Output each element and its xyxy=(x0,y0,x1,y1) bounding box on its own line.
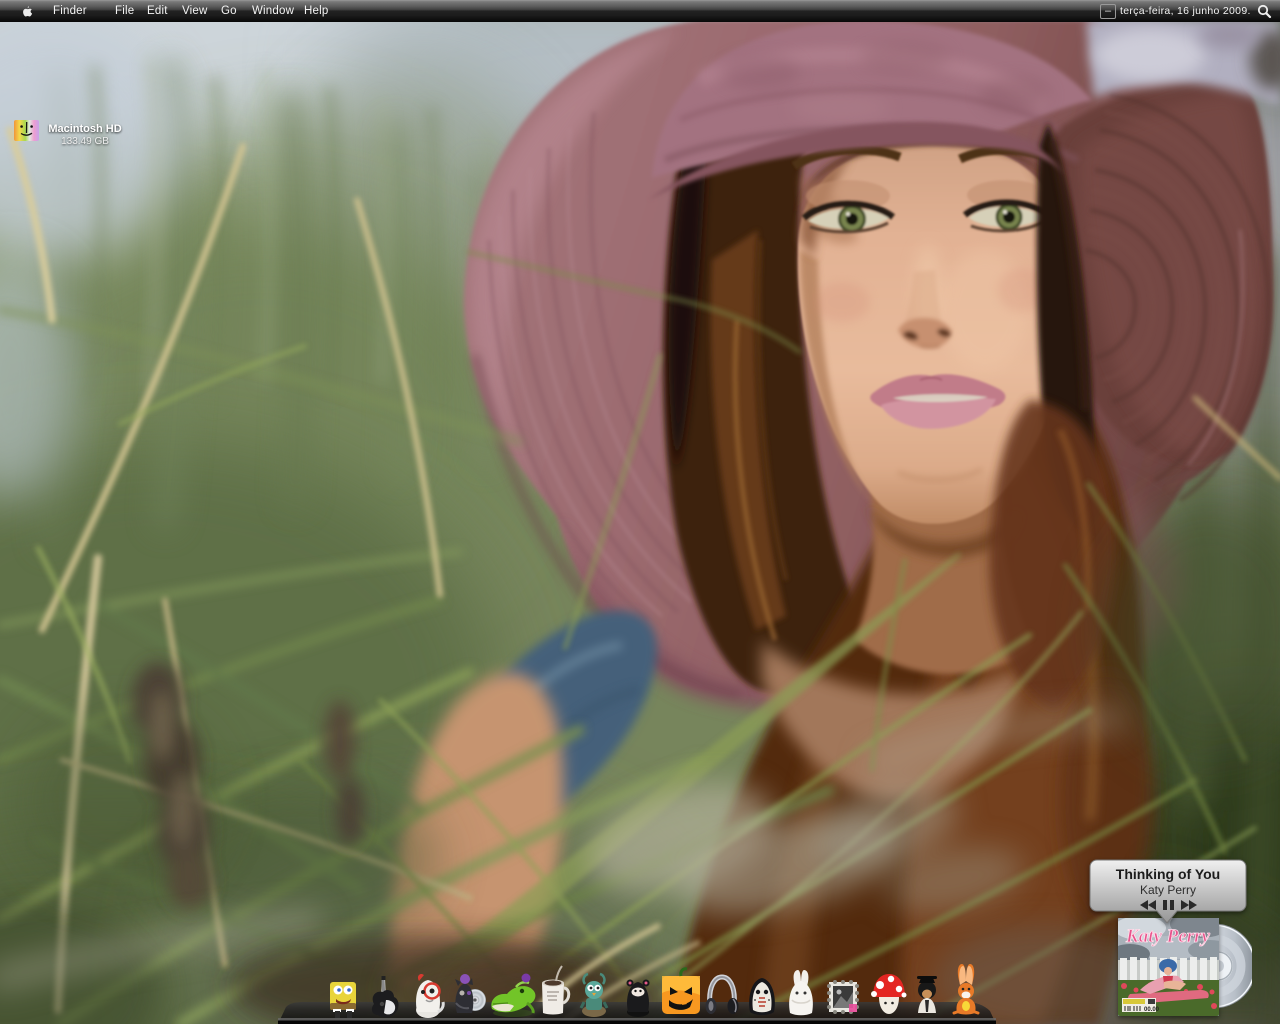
svg-text:Katy Perry: Katy Perry xyxy=(1140,883,1196,897)
svg-text:Katy Perry: Katy Perry xyxy=(1125,926,1210,947)
svg-text:Thinking of You: Thinking of You xyxy=(1116,866,1220,882)
svg-text:00.00: 00.00 xyxy=(1144,1007,1160,1013)
